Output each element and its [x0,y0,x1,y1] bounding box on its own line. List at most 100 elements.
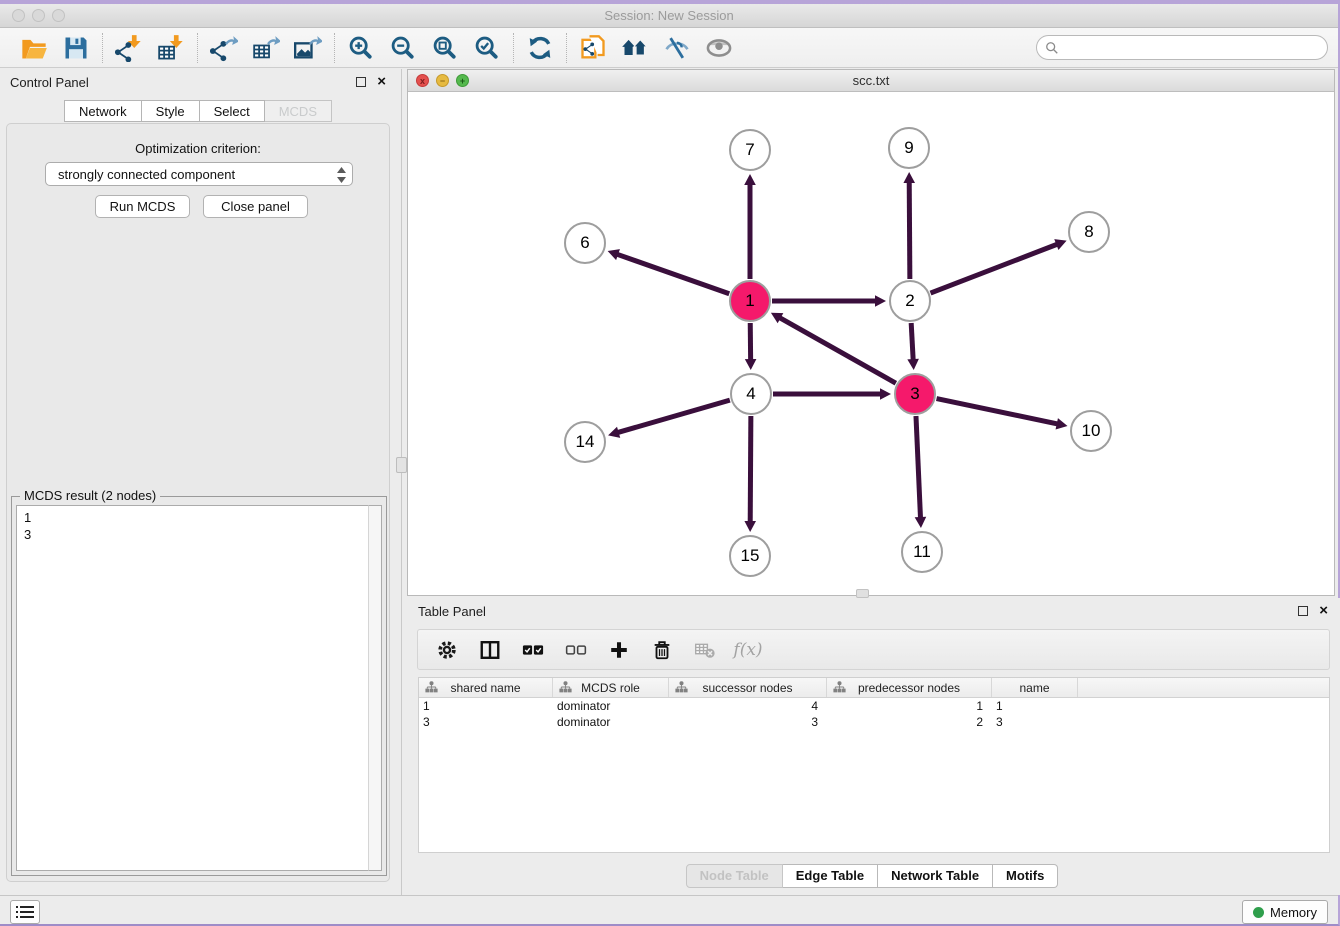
column-header-predecessor-nodes[interactable]: predecessor nodes [827,678,992,697]
vertical-splitter-handle[interactable] [396,457,407,473]
graph-edge[interactable] [911,323,913,361]
duplicate-network-button[interactable] [577,32,609,64]
open-session-icon [20,34,48,62]
graph-edge-arrow [907,359,919,370]
import-table-button[interactable] [155,32,187,64]
search-input[interactable] [1064,40,1327,55]
dropdown-stepper-icon [336,165,347,188]
export-network-icon [210,34,238,62]
zoom-out-button[interactable] [387,32,419,64]
network-canvas[interactable]: 7 9 6 8 1 2 4 3 14 10 15 11 [408,92,1334,595]
column-header-MCDS-role[interactable]: MCDS role [553,678,669,697]
graph-node-1[interactable]: 1 [729,280,771,322]
export-table-button[interactable] [250,32,282,64]
graph-edge[interactable] [779,317,896,383]
graph-node-15[interactable]: 15 [729,535,771,577]
graph-node-14[interactable]: 14 [564,421,606,463]
zoom-selected-button[interactable] [471,32,503,64]
zoom-selected-icon [473,34,501,62]
column-header-shared-name[interactable]: shared name [419,678,553,697]
fit-content-button[interactable] [429,32,461,64]
memory-button[interactable]: Memory [1242,900,1328,924]
open-session-button[interactable] [18,32,50,64]
fit-content-icon [431,34,459,62]
graph-edge-arrow [744,521,756,532]
hierarchy-icon [559,681,572,693]
show-all-button[interactable] [703,32,735,64]
column-label: successor nodes [702,681,792,695]
zoom-in-button[interactable] [345,32,377,64]
control-tab-mcds[interactable]: MCDS [265,100,332,122]
graph-node-3[interactable]: 3 [894,373,936,415]
network-window-titlebar[interactable]: x − + scc.txt [408,70,1334,92]
close-panel-icon[interactable]: × [377,73,386,91]
search-box[interactable] [1036,35,1328,60]
graph-edge[interactable] [617,400,730,433]
mcds-result-text[interactable]: 1 3 [16,505,368,871]
graph-edge-arrow [745,359,757,370]
zoom-in-icon [347,34,375,62]
delete-table-icon [694,639,716,661]
function-builder-button: f(x) [735,637,761,663]
graph-node-2[interactable]: 2 [889,280,931,322]
control-panel: Control Panel × NetworkStyleSelectMCDS O… [0,69,396,895]
table-row[interactable]: 1dominator411 [419,698,1329,714]
result-scrollbar[interactable] [368,505,382,871]
control-tab-select[interactable]: Select [200,100,265,122]
graph-node-9[interactable]: 9 [888,127,930,169]
task-history-button[interactable] [10,900,40,924]
table-cell: 3 [669,714,827,730]
graph-edge[interactable] [916,416,921,519]
hide-selected-button[interactable] [661,32,693,64]
graph-edge[interactable] [616,254,729,294]
optimization-criterion-select[interactable]: strongly connected component [45,162,353,186]
run-mcds-button[interactable]: Run MCDS [95,195,190,218]
float-panel-icon[interactable] [356,77,366,87]
graph-node-11[interactable]: 11 [901,531,943,573]
export-network-button[interactable] [208,32,240,64]
hierarchy-icon [425,681,438,693]
add-column-button[interactable] [606,637,632,663]
column-header-name[interactable]: name [992,678,1078,697]
unselect-all-button[interactable] [563,637,589,663]
graph-node-10[interactable]: 10 [1070,410,1112,452]
table-cell: dominator [553,698,669,714]
tab-motifs[interactable]: Motifs [993,864,1058,888]
float-table-panel-icon[interactable] [1298,606,1308,616]
graph-edge[interactable] [750,416,751,523]
hierarchy-icon [675,681,688,693]
graph-node-6[interactable]: 6 [564,222,606,264]
zoom-out-icon [389,34,417,62]
window-title: Session: New Session [0,8,1338,23]
graph-edge-arrow [903,172,915,183]
show-all-icon [705,34,733,62]
graph-edge[interactable] [931,244,1059,293]
select-all-icon [522,639,544,661]
import-network-button[interactable] [113,32,145,64]
table-cell: 2 [827,714,992,730]
graph-edge[interactable] [909,181,910,279]
table-settings-button[interactable] [434,637,460,663]
graph-edge[interactable] [937,399,1059,425]
control-tab-style[interactable]: Style [142,100,200,122]
control-tab-network[interactable]: Network [64,100,142,122]
save-session-button[interactable] [60,32,92,64]
vertical-splitter[interactable] [401,69,402,895]
close-panel-button[interactable]: Close panel [203,195,308,218]
export-image-button[interactable] [292,32,324,64]
tab-node-table[interactable]: Node Table [686,864,783,888]
delete-column-button[interactable] [649,637,675,663]
graph-node-7[interactable]: 7 [729,129,771,171]
close-table-panel-icon[interactable]: × [1319,602,1328,620]
refresh-layout-button[interactable] [524,32,556,64]
horizontal-splitter-handle[interactable] [856,589,869,598]
table-row[interactable]: 3dominator323 [419,714,1329,730]
split-columns-button[interactable] [477,637,503,663]
tab-edge-table[interactable]: Edge Table [783,864,878,888]
graph-node-4[interactable]: 4 [730,373,772,415]
graph-node-8[interactable]: 8 [1068,211,1110,253]
select-all-button[interactable] [520,637,546,663]
tab-network-table[interactable]: Network Table [878,864,993,888]
first-neighbors-button[interactable] [619,32,651,64]
column-header-successor-nodes[interactable]: successor nodes [669,678,827,697]
